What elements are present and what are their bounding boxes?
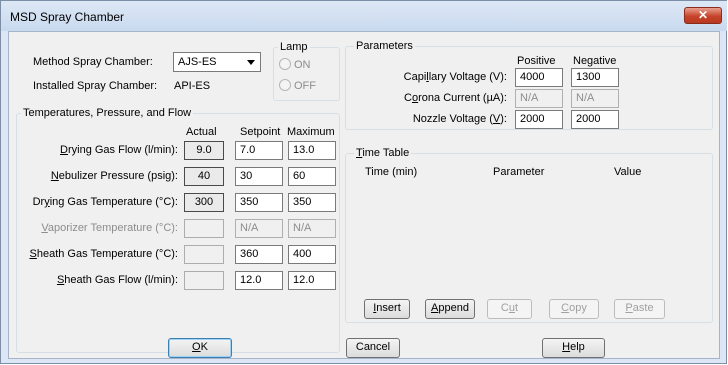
installed-spray-chamber-label: Installed Spray Chamber:	[33, 80, 158, 92]
corona-current-positive-input[interactable]: N/A	[515, 89, 563, 108]
vaporizer-temperature-maximum-input[interactable]: N/A	[288, 219, 336, 238]
drying-gas-flow-maximum-input[interactable]: 13.0	[288, 141, 336, 160]
drying-gas-temperature-setpoint-input[interactable]: 350	[235, 193, 283, 212]
sheath-gas-temperature-label: Sheath Gas Temperature (°C):	[29, 248, 179, 260]
lamp-off-radio[interactable]: OFF	[279, 79, 316, 92]
help-button[interactable]: Help	[542, 338, 605, 358]
drying-gas-temperature-actual: 300	[184, 193, 224, 212]
time-column-header: Time (min)	[365, 166, 418, 178]
vaporizer-temperature-label: Vaporizer Temperature (°C):	[41, 222, 178, 234]
value-column-header: Value	[614, 166, 642, 178]
title-bar: MSD Spray Chamber ✕	[1, 1, 727, 31]
sheath-gas-temperature-actual	[184, 245, 224, 264]
chevron-down-icon	[247, 60, 255, 65]
sheath-gas-flow-actual	[184, 271, 224, 290]
ok-button[interactable]: OK	[168, 338, 232, 358]
spray-chamber-dialog: MSD Spray Chamber ✕ Method Spray Chamber…	[0, 0, 727, 364]
lamp-group: Lamp ON OFF	[273, 41, 340, 101]
method-spray-chamber-select[interactable]: AJS-ES	[173, 52, 261, 72]
maximum-column-header: Maximum	[287, 126, 335, 138]
sheath-gas-temperature-maximum-input[interactable]: 400	[288, 245, 336, 264]
parameter-column-header: Parameter	[493, 166, 545, 178]
drying-gas-flow-actual: 9.0	[184, 141, 224, 160]
time-table-group: Time Table Time (min) Parameter Value In…	[345, 147, 713, 323]
lamp-on-label: ON	[294, 59, 311, 71]
paste-button[interactable]: Paste	[614, 299, 665, 319]
corona-current-label: Corona Current (µA):	[404, 92, 507, 104]
lamp-group-title: Lamp	[278, 41, 310, 53]
method-spray-chamber-value: AJS-ES	[178, 56, 217, 68]
sheath-gas-flow-setpoint-input[interactable]: 12.0	[235, 271, 283, 290]
positive-column-header: Positive	[517, 55, 556, 67]
capillary-voltage-negative-input[interactable]: 1300	[571, 68, 619, 87]
nozzle-voltage-label: Nozzle Voltage (V):	[412, 113, 507, 125]
sheath-gas-flow-label: Sheath Gas Flow (l/min):	[56, 274, 178, 286]
capillary-voltage-positive-input[interactable]: 4000	[515, 68, 563, 87]
time-table-list[interactable]	[356, 182, 706, 292]
time-table-group-title: Time Table	[354, 147, 412, 159]
drying-gas-temperature-maximum-input[interactable]: 350	[288, 193, 336, 212]
parameters-group-title: Parameters	[354, 40, 415, 52]
close-icon: ✕	[697, 8, 709, 22]
dialog-title: MSD Spray Chamber	[10, 10, 125, 24]
cut-button[interactable]: Cut	[487, 299, 532, 319]
temperatures-group-title: Temperatures, Pressure, and Flow	[21, 107, 194, 119]
nebulizer-pressure-setpoint-input[interactable]: 30	[235, 167, 283, 186]
sheath-gas-temperature-setpoint-input[interactable]: 360	[235, 245, 283, 264]
nozzle-voltage-negative-input[interactable]: 2000	[571, 110, 619, 129]
vaporizer-temperature-actual	[184, 219, 224, 238]
close-button[interactable]: ✕	[684, 7, 722, 24]
setpoint-column-header: Setpoint	[240, 126, 281, 138]
nebulizer-pressure-actual: 40	[184, 167, 224, 186]
method-spray-chamber-label: Method Spray Chamber:	[33, 56, 153, 68]
installed-spray-chamber-value: API-ES	[174, 80, 211, 92]
negative-column-header: Negative	[573, 55, 617, 67]
cancel-button[interactable]: Cancel	[346, 338, 400, 358]
nozzle-voltage-positive-input[interactable]: 2000	[515, 110, 563, 129]
drying-gas-flow-setpoint-input[interactable]: 7.0	[235, 141, 283, 160]
drying-gas-temperature-label: Drying Gas Temperature (°C):	[32, 196, 178, 208]
vaporizer-temperature-setpoint-input[interactable]: N/A	[235, 219, 283, 238]
nebulizer-pressure-label: Nebulizer Pressure (psig):	[50, 170, 178, 182]
temperatures-pressure-flow-group: Temperatures, Pressure, and Flow Actual …	[16, 107, 340, 353]
drying-gas-flow-label: Drying Gas Flow (l/min):	[60, 144, 178, 156]
sheath-gas-flow-maximum-input[interactable]: 12.0	[288, 271, 336, 290]
insert-button[interactable]: Insert	[364, 299, 410, 319]
append-button[interactable]: Append	[425, 299, 475, 319]
lamp-on-radio[interactable]: ON	[279, 58, 311, 71]
corona-current-negative-input[interactable]: N/A	[571, 89, 619, 108]
nebulizer-pressure-maximum-input[interactable]: 60	[288, 167, 336, 186]
copy-button[interactable]: Copy	[549, 299, 599, 319]
parameters-group: Parameters Positive Negative Capillary V…	[345, 40, 713, 130]
lamp-off-label: OFF	[294, 80, 316, 92]
radio-circle-icon	[279, 58, 291, 70]
capillary-voltage-label: Capillary Voltage (V):	[403, 71, 507, 83]
radio-circle-icon	[279, 79, 291, 91]
actual-column-header: Actual	[186, 126, 217, 138]
dialog-client-area: Method Spray Chamber: AJS-ES Installed S…	[8, 31, 720, 359]
